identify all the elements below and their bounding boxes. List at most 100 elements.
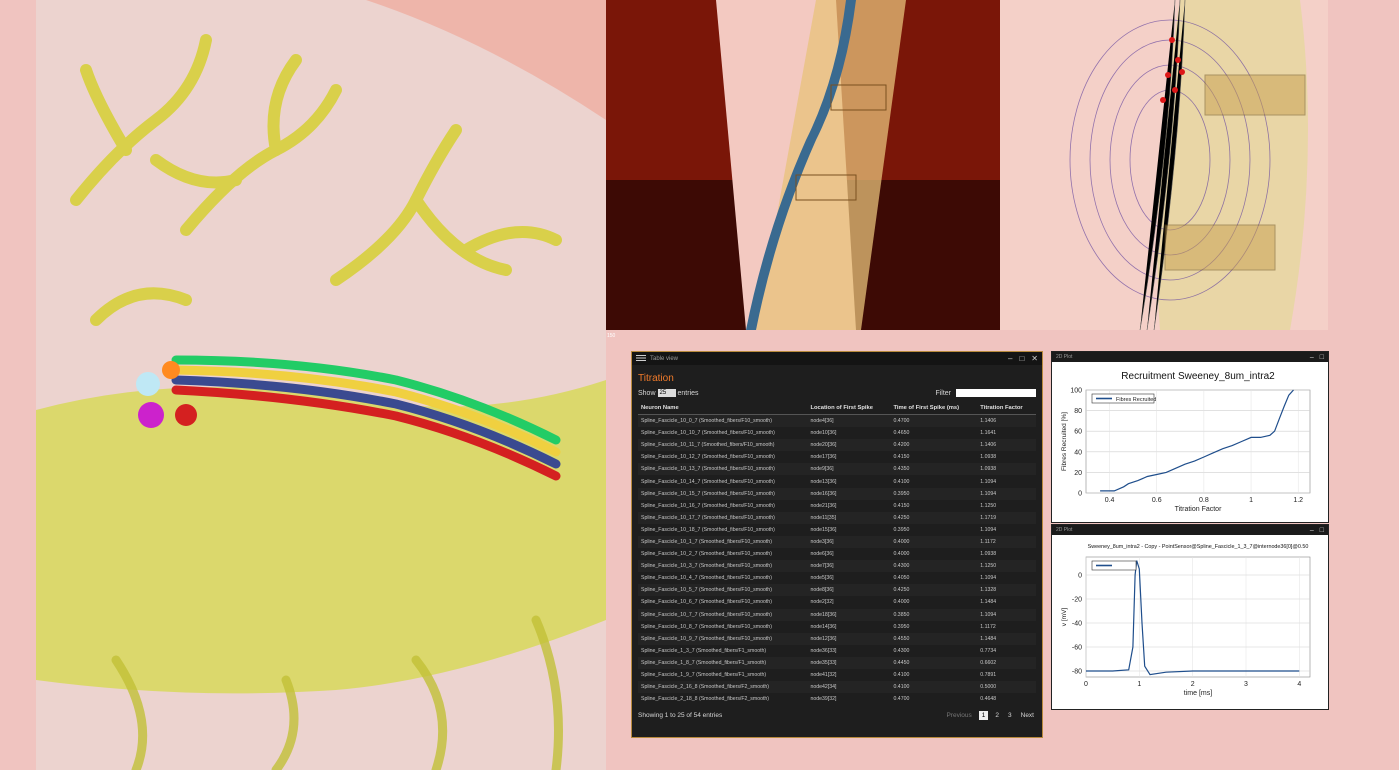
table-cell: 1.1094 bbox=[980, 478, 997, 485]
table-row[interactable]: Spline_Fascicle_10_17_7 (Smoothed_fibers… bbox=[638, 511, 1036, 524]
entries-label: entries bbox=[677, 389, 699, 397]
page-1-button[interactable]: 1 bbox=[978, 711, 989, 721]
y-tick-label: 0 bbox=[1078, 491, 1082, 498]
electrode-closeup-viewport[interactable] bbox=[606, 0, 1000, 330]
voltage-chart: Sweeney_8um_intra2 - Copy - PointSensor@… bbox=[1061, 544, 1311, 697]
nerve-scene-graphic bbox=[36, 0, 606, 770]
page-2-button[interactable]: 2 bbox=[993, 712, 1001, 719]
table-row[interactable]: Spline_Fascicle_2_18_8 (Smoothed_fibers/… bbox=[638, 693, 1036, 705]
table-row[interactable]: Spline_Fascicle_10_9_7 (Smoothed_fibers/… bbox=[638, 632, 1036, 645]
table-cell: node35[33] bbox=[807, 656, 891, 669]
table-cell: node4[36] bbox=[807, 414, 891, 428]
table-cell: 0.3950 bbox=[893, 526, 910, 533]
table-row[interactable]: Spline_Fascicle_10_16_7 (Smoothed_fibers… bbox=[638, 500, 1036, 512]
plot1-minimize-button[interactable]: – bbox=[1310, 354, 1314, 361]
previous-page-button[interactable]: Previous bbox=[944, 712, 973, 719]
page-3-button[interactable]: 3 bbox=[1006, 712, 1014, 719]
table-header-row: Neuron Name Location of First Spike Time o… bbox=[638, 402, 1036, 415]
table-row[interactable]: Spline_Fascicle_1_8_7 (Smoothed_fibers/F… bbox=[638, 656, 1036, 669]
table-cell: node21[36] bbox=[810, 502, 837, 509]
electrode-scene-graphic bbox=[606, 0, 1000, 330]
table-row[interactable]: Spline_Fascicle_10_2_7 (Smoothed_fibers/… bbox=[638, 548, 1036, 560]
table-cell: 0.4000 bbox=[893, 599, 910, 606]
recruitment-chart: Recruitment Sweeney_8um_intra2 0 20 40 60 80 1… bbox=[1061, 371, 1311, 513]
table-cell: node3[36] bbox=[807, 535, 891, 549]
column-header[interactable]: Time of First Spike (ms) bbox=[890, 402, 978, 415]
table-row[interactable]: Spline_Fascicle_2_16_8 (Smoothed_fibers/… bbox=[638, 681, 1036, 694]
minimize-button[interactable]: – bbox=[1008, 354, 1012, 363]
table-view-window[interactable]: Table view – □ ✕ Titration Show 25 entri… bbox=[631, 351, 1043, 738]
table-row[interactable]: Spline_Fascicle_10_0_7 (Smoothed_fibers/… bbox=[638, 414, 1036, 428]
filter-label: Filter bbox=[935, 389, 951, 397]
table-cell: 0.3850 bbox=[890, 608, 978, 621]
table-cell: 0.3950 bbox=[890, 487, 978, 500]
y-tick-label: 60 bbox=[1074, 429, 1082, 436]
table-cell: 1.1641 bbox=[980, 430, 997, 437]
table-cell: 1.1094 bbox=[980, 575, 997, 582]
table-row[interactable]: Spline_Fascicle_10_6_7 (Smoothed_fibers/… bbox=[638, 596, 1036, 608]
plot2-minimize-button[interactable]: – bbox=[1310, 527, 1314, 534]
table-row[interactable]: Spline_Fascicle_10_12_7 (Smoothed_fibers… bbox=[638, 451, 1036, 463]
voltage-plot-window[interactable]: 2D Plot – □ Sweeney_8um_intra2 - Copy - … bbox=[1051, 524, 1329, 710]
x-tick-label: 4 bbox=[1297, 681, 1301, 688]
table-cell: 1.1172 bbox=[977, 535, 1036, 549]
plot2-window-title: 2D Plot bbox=[1056, 527, 1073, 533]
y-tick-label: 80 bbox=[1074, 408, 1082, 415]
table-row[interactable]: Spline_Fascicle_10_8_7 (Smoothed_fibers/… bbox=[638, 621, 1036, 633]
maximize-button[interactable]: □ bbox=[1019, 354, 1024, 363]
table-cell: node42[34] bbox=[807, 681, 891, 694]
table-row[interactable]: Spline_Fascicle_10_1_7 (Smoothed_fibers/… bbox=[638, 535, 1036, 549]
table-cell: Spline_Fascicle_10_18_7 (Smoothed_fibers… bbox=[641, 526, 775, 533]
table-cell: 0.4700 bbox=[890, 414, 978, 428]
table-row[interactable]: Spline_Fascicle_1_3_7 (Smoothed_fibers/F… bbox=[638, 645, 1036, 657]
column-header[interactable]: Location of First Spike bbox=[807, 402, 891, 415]
table-cell: Spline_Fascicle_1_9_7 (Smoothed_fibers/F… bbox=[641, 672, 767, 679]
table-row[interactable]: Spline_Fascicle_10_15_7 (Smoothed_fibers… bbox=[638, 487, 1036, 500]
table-cell: node13[36] bbox=[810, 478, 837, 485]
table-cell: node36[33] bbox=[810, 647, 837, 654]
table-row[interactable]: Spline_Fascicle_10_18_7 (Smoothed_fibers… bbox=[638, 524, 1036, 536]
table-cell: 0.4200 bbox=[890, 439, 978, 452]
table-row[interactable]: Spline_Fascicle_1_9_7 (Smoothed_fibers/F… bbox=[638, 669, 1036, 681]
table-row[interactable]: Spline_Fascicle_10_14_7 (Smoothed_fibers… bbox=[638, 475, 1036, 487]
table-row[interactable]: Spline_Fascicle_10_7_7 (Smoothed_fibers/… bbox=[638, 608, 1036, 621]
table-window-titlebar[interactable]: Table view – □ ✕ bbox=[632, 352, 1042, 365]
table-cell: 0.4250 bbox=[890, 511, 978, 524]
entries-select[interactable]: 25 bbox=[657, 389, 676, 397]
plot2-maximize-button[interactable]: □ bbox=[1320, 527, 1324, 534]
table-row[interactable]: Spline_Fascicle_10_5_7 (Smoothed_fibers/… bbox=[638, 584, 1036, 597]
plot1-titlebar[interactable]: 2D Plot – □ bbox=[1052, 352, 1328, 362]
table-row[interactable]: Spline_Fascicle_10_11_7 (Smoothed_fibers… bbox=[638, 439, 1036, 452]
table-cell: 1.1250 bbox=[980, 502, 997, 509]
field-contour-viewport[interactable] bbox=[1000, 0, 1328, 330]
table-row[interactable]: Spline_Fascicle_10_13_7 (Smoothed_fibers… bbox=[638, 463, 1036, 476]
table-row[interactable]: Spline_Fascicle_10_3_7 (Smoothed_fibers/… bbox=[638, 560, 1036, 573]
close-button[interactable]: ✕ bbox=[1031, 354, 1038, 363]
y-tick-label: -80 bbox=[1072, 669, 1082, 676]
table-cell: 0.7734 bbox=[980, 647, 997, 654]
table-cell: 1.1172 bbox=[980, 623, 996, 630]
table-cell: Spline_Fascicle_10_11_7 (Smoothed_fibers… bbox=[638, 439, 808, 452]
plot2-titlebar[interactable]: 2D Plot – □ bbox=[1052, 525, 1328, 535]
table-row[interactable]: Spline_Fascicle_10_10_7 (Smoothed_fibers… bbox=[638, 427, 1036, 439]
x-tick-label: 3 bbox=[1244, 681, 1248, 688]
table-cell: Spline_Fascicle_10_13_7 (Smoothed_fibers… bbox=[638, 463, 808, 476]
next-page-button[interactable]: Next bbox=[1019, 712, 1036, 719]
table-cell: Spline_Fascicle_10_6_7 (Smoothed_fibers/… bbox=[641, 599, 772, 606]
filter-input[interactable] bbox=[956, 389, 1036, 397]
table-cell: 0.4000 bbox=[890, 535, 978, 549]
nerve-3d-viewport[interactable] bbox=[36, 0, 606, 770]
column-header[interactable]: Titration Factor bbox=[977, 402, 1036, 415]
table-heading: Titration bbox=[638, 373, 674, 384]
table-cell: node11[35] bbox=[807, 511, 891, 524]
plot1-maximize-button[interactable]: □ bbox=[1320, 354, 1324, 361]
table-cell: 1.0938 bbox=[977, 463, 1036, 476]
y-tick-label: -60 bbox=[1072, 645, 1082, 652]
x-axis-label: Titration Factor bbox=[1175, 506, 1222, 513]
table-cell: node17[36] bbox=[810, 454, 837, 461]
column-header[interactable]: Neuron Name bbox=[638, 402, 808, 415]
table-cell: node18[36] bbox=[807, 608, 891, 621]
table-row[interactable]: Spline_Fascicle_10_4_7 (Smoothed_fibers/… bbox=[638, 572, 1036, 584]
recruitment-plot-window[interactable]: 2D Plot – □ Recruitment Sweeney_8um_intr… bbox=[1051, 351, 1329, 523]
x-tick-label: 0 bbox=[1084, 681, 1088, 688]
